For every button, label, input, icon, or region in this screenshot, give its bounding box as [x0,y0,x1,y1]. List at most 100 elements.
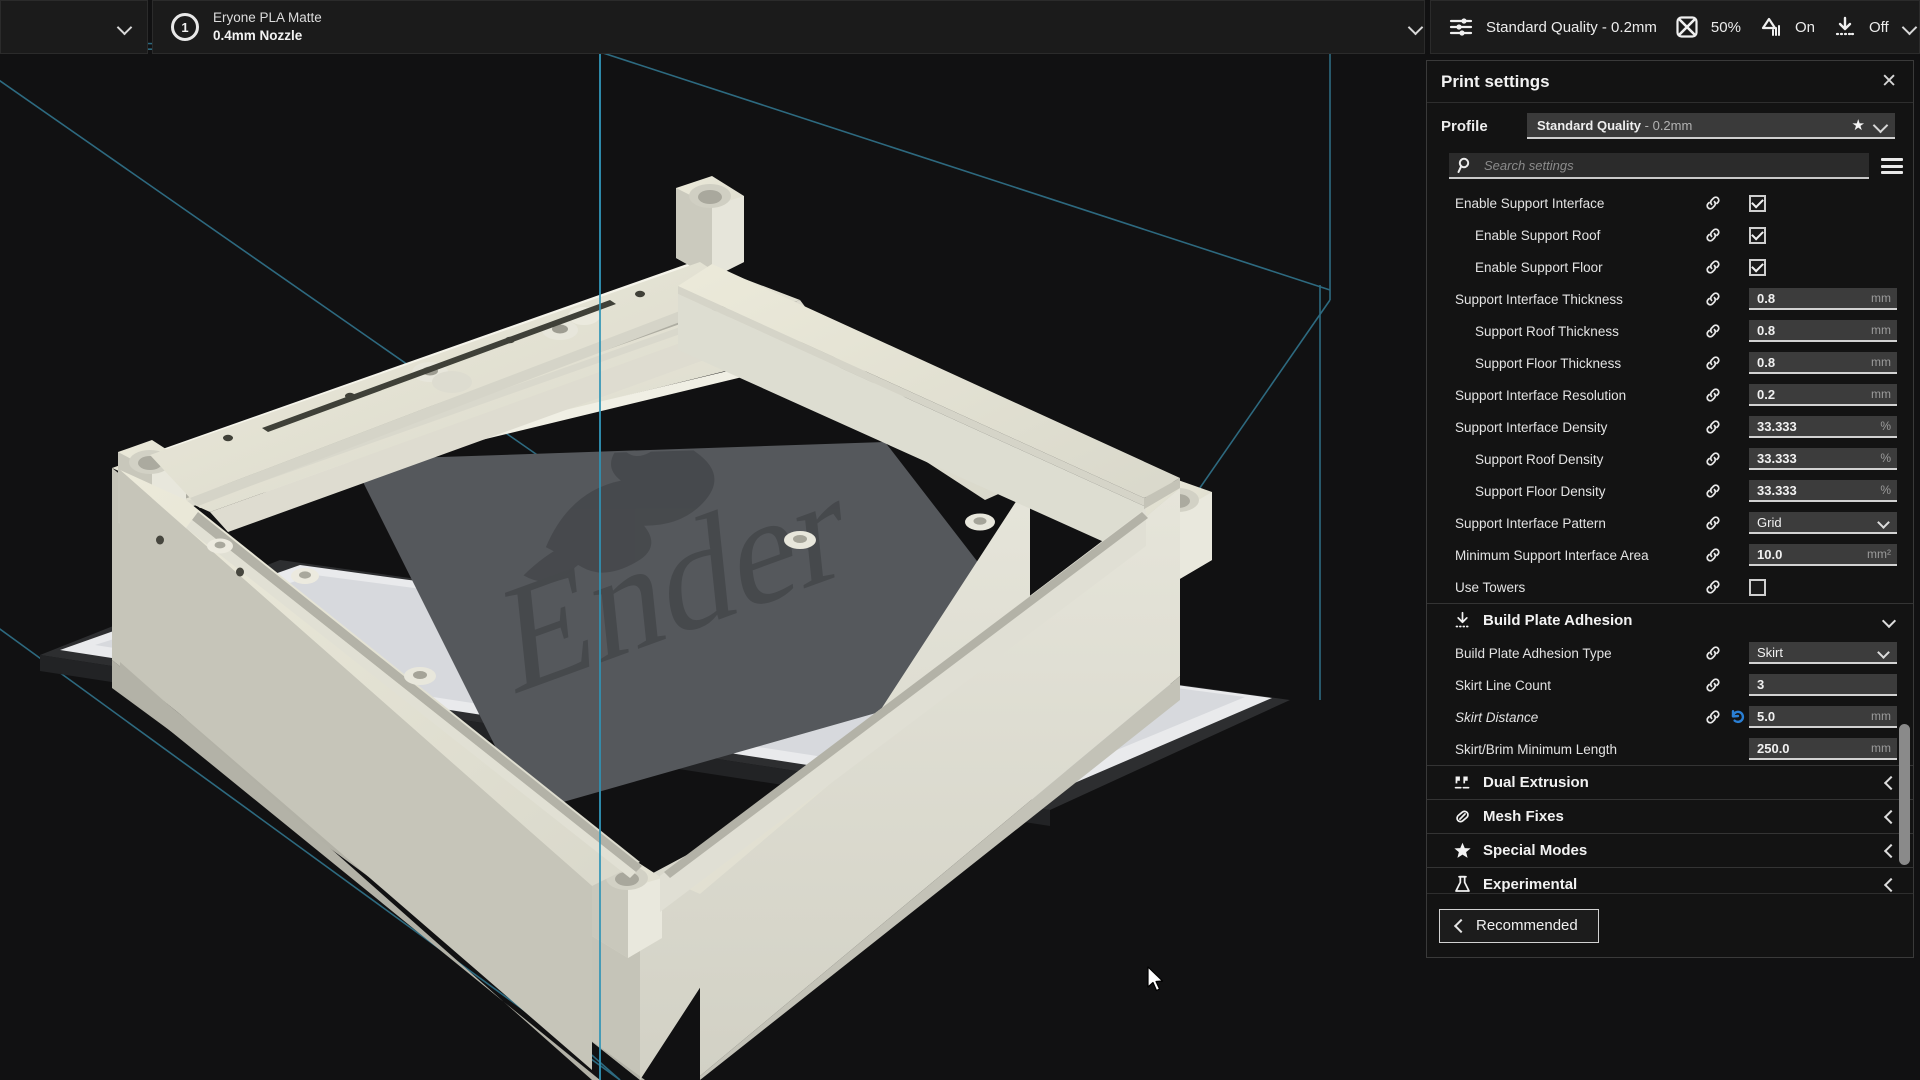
link-profile-icon[interactable] [1703,291,1723,307]
hamburger-menu-icon[interactable] [1881,158,1903,174]
link-profile-icon[interactable] [1703,451,1723,467]
search-row: Search settings [1427,149,1913,183]
setting-input[interactable]: 0.8 mm [1749,352,1897,374]
settings-section-header[interactable]: Special Modes [1427,833,1913,867]
setting-row[interactable]: Build Plate Adhesion TypeSkirt [1427,637,1913,669]
setting-control: 0.8 mm [1749,352,1897,374]
page-title: Print settings [1441,72,1550,92]
print-settings-selector[interactable]: Standard Quality - 0.2mm 50% On [1430,0,1920,54]
link-profile-icon[interactable] [1703,677,1723,693]
setting-dropdown[interactable]: Skirt [1749,642,1897,664]
link-profile-icon[interactable] [1703,195,1723,211]
chevron-left-icon[interactable] [1883,810,1897,824]
search-icon [1457,157,1474,174]
link-profile-icon[interactable] [1703,515,1723,531]
link-profile-icon[interactable] [1703,547,1723,563]
setting-label: Support Roof Density [1455,452,1603,467]
setting-input[interactable]: 5.0 mm [1749,706,1897,728]
setting-row[interactable]: Support Interface Thickness 0.8 mm [1427,283,1913,315]
setting-row[interactable]: Minimum Support Interface Area10.0 mm² [1427,539,1913,571]
model-boss-front-left [404,667,436,685]
setting-input[interactable]: 33.333 % [1749,448,1897,470]
settings-scrollbar[interactable] [1899,187,1910,893]
setting-input[interactable]: 250.0 mm [1749,738,1897,760]
setting-label: Support Interface Thickness [1455,292,1623,307]
setting-input[interactable]: 3 [1749,674,1897,696]
link-profile-icon[interactable] [1703,387,1723,403]
extruder-material-selector[interactable]: 1 Eryone PLA Matte 0.4mm Nozzle [152,0,1425,54]
setting-row[interactable]: Skirt/Brim Minimum Length250.0 mm [1427,733,1913,765]
chevron-down-icon[interactable] [1902,19,1918,35]
setting-input[interactable]: 10.0 mm² [1749,544,1897,566]
chevron-left-icon[interactable] [1883,844,1897,858]
settings-section-header[interactable]: Mesh Fixes [1427,799,1913,833]
sliders-icon [1449,17,1473,37]
setting-row[interactable]: Support Roof Thickness 0.8 mm [1427,315,1913,347]
link-profile-icon[interactable] [1703,709,1723,725]
quality-profile-label: Standard Quality - 0.2mm [1486,19,1657,36]
close-icon[interactable]: ✕ [1881,72,1897,91]
setting-row[interactable]: Skirt Line Count3 [1427,669,1913,701]
settings-section-header[interactable]: Dual Extrusion [1427,765,1913,799]
setting-row[interactable]: Support Roof Density 33.333 % [1427,443,1913,475]
setting-unit: % [1880,451,1891,465]
setting-checkbox[interactable] [1749,227,1766,244]
setting-input[interactable]: 0.8 mm [1749,320,1897,342]
chevron-down-icon[interactable] [1873,117,1887,133]
chevron-left-icon[interactable] [1883,878,1897,892]
setting-dropdown[interactable]: Grid [1749,512,1897,534]
setting-row[interactable]: Support Floor Thickness 0.8 mm [1427,347,1913,379]
link-profile-icon[interactable] [1703,227,1723,243]
mesh-fixes-icon [1453,807,1472,826]
setting-checkbox[interactable] [1749,259,1766,276]
search-settings-container[interactable]: Search settings [1449,153,1869,179]
chevron-down-icon[interactable] [1408,19,1424,35]
setting-row[interactable]: Support Floor Density33.333 % [1427,475,1913,507]
extruder-info: Eryone PLA Matte 0.4mm Nozzle [213,9,322,45]
link-profile-icon[interactable] [1703,355,1723,371]
search-input[interactable]: Search settings [1484,158,1574,173]
link-profile-icon[interactable] [1703,483,1723,499]
setting-input[interactable]: 0.2 mm [1749,384,1897,406]
setting-label: Enable Support Roof [1455,228,1600,243]
chevron-down-icon[interactable] [1883,614,1897,628]
setting-row[interactable]: Support Interface Density33.333 % [1427,411,1913,443]
setting-checkbox[interactable] [1749,195,1766,212]
setting-row[interactable]: Support Interface Pattern Grid [1427,507,1913,539]
link-profile-icon[interactable] [1703,323,1723,339]
printer-selector[interactable] [0,0,148,54]
setting-control [1749,227,1897,244]
setting-label: Support Floor Thickness [1455,356,1621,371]
setting-row[interactable]: Enable Support Roof [1427,219,1913,251]
recommended-button[interactable]: Recommended [1439,909,1599,943]
setting-control: Grid [1749,512,1897,534]
setting-row[interactable]: Use Towers [1427,571,1913,603]
setting-input[interactable]: 0.8 mm [1749,288,1897,310]
link-profile-icon[interactable] [1703,645,1723,661]
profile-dropdown[interactable]: Standard Quality - 0.2mm ★ [1527,113,1895,139]
chevron-left-icon[interactable] [1883,776,1897,790]
section-title: Experimental [1483,876,1577,893]
setting-input[interactable]: 33.333 % [1749,416,1897,438]
chevron-down-icon[interactable] [117,19,133,35]
setting-row[interactable]: Enable Support Interface [1427,187,1913,219]
setting-row[interactable]: Support Interface Resolution0.2 mm [1427,379,1913,411]
settings-list[interactable]: Enable Support Interface Enable Support R… [1427,187,1913,893]
link-profile-icon[interactable] [1703,579,1723,595]
settings-section-header[interactable]: Build Plate Adhesion [1427,603,1913,637]
link-profile-icon[interactable] [1703,259,1723,275]
setting-row[interactable]: Skirt Distance5.0 mm [1427,701,1913,733]
setting-row[interactable]: Enable Support Floor [1427,251,1913,283]
setting-checkbox[interactable] [1749,579,1766,596]
setting-label: Support Roof Thickness [1455,324,1619,339]
link-profile-icon[interactable] [1703,419,1723,435]
scrollbar-thumb[interactable] [1899,724,1910,865]
settings-section-header[interactable]: Experimental [1427,867,1913,893]
setting-control [1749,195,1897,212]
setting-value: 0.8 [1757,323,1871,338]
setting-input[interactable]: 33.333 % [1749,480,1897,502]
model-boss-rear-inner-2 [965,514,995,531]
setting-label: Support Interface Pattern [1455,516,1606,531]
star-icon[interactable]: ★ [1852,118,1865,133]
revert-icon[interactable] [1727,708,1749,726]
